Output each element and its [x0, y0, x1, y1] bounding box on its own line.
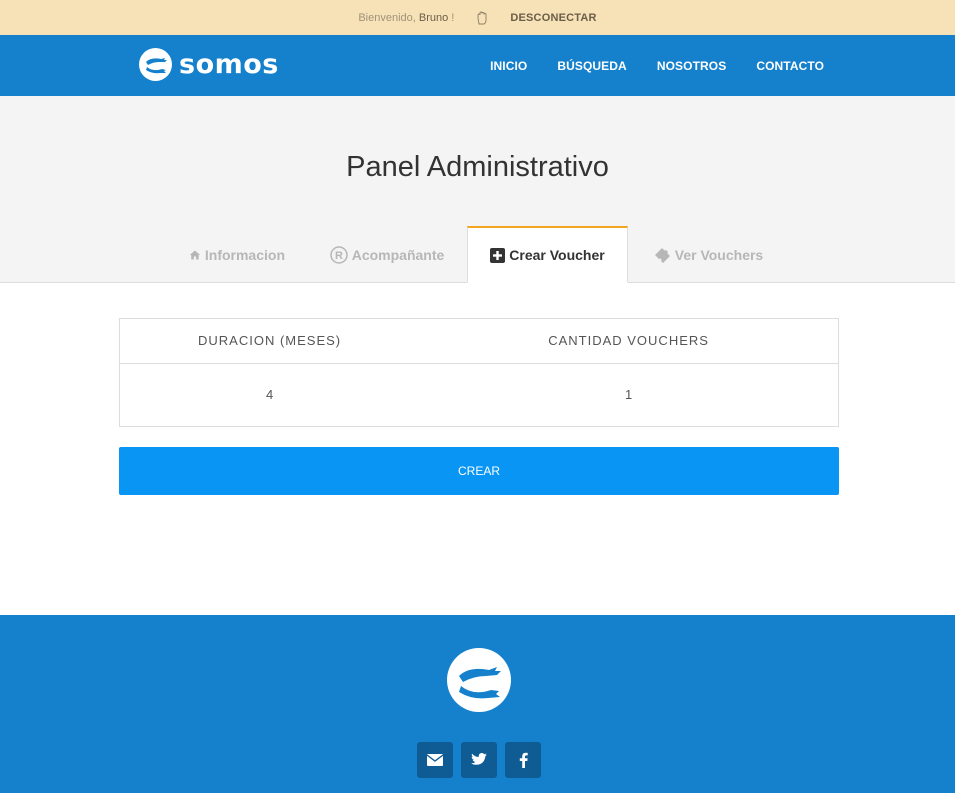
table-header-row: DURACION (MESES) CANTIDAD VOUCHERS — [120, 319, 838, 364]
header-cell-cantidad: CANTIDAD VOUCHERS — [419, 332, 838, 350]
logout-link[interactable]: DESCONECTAR — [510, 12, 596, 24]
tab-acompanante[interactable]: R Acompañante — [307, 226, 467, 283]
twitter-icon — [471, 753, 487, 765]
header-cell-duracion: DURACION (MESES) — [120, 332, 419, 350]
header-duracion: DURACION (MESES) — [198, 333, 342, 348]
twitter-button[interactable] — [461, 742, 497, 778]
duracion-cell[interactable]: 4 — [120, 386, 419, 404]
table-row: 4 1 — [120, 364, 838, 426]
welcome-bar: Bienvenido, Bruno ! DESCONECTAR — [0, 0, 955, 35]
plus-square-icon — [490, 247, 506, 263]
crear-button[interactable]: CREAR — [119, 447, 839, 495]
header-cantidad: CANTIDAD VOUCHERS — [548, 333, 709, 348]
admin-tabs: Informacion R Acompañante Crear Voucher … — [0, 226, 955, 283]
welcome-text: Bienvenido, Bruno ! — [358, 12, 454, 24]
nav-menu: INICIO BÚSQUEDA NOSOTROS CONTACTO — [460, 35, 824, 96]
facebook-icon — [519, 752, 528, 768]
ticket-icon — [654, 247, 670, 263]
nav-inicio[interactable]: INICIO — [490, 59, 527, 73]
email-button[interactable] — [417, 742, 453, 778]
hand-icon — [477, 11, 487, 24]
site-footer — [0, 615, 955, 793]
tab-ver-vouchers[interactable]: Ver Vouchers — [628, 226, 788, 283]
voucher-table: DURACION (MESES) CANTIDAD VOUCHERS 4 1 — [119, 318, 839, 427]
main-navbar: somos INICIO BÚSQUEDA NOSOTROS CONTACTO — [0, 35, 955, 96]
facebook-button[interactable] — [505, 742, 541, 778]
cantidad-value[interactable]: 1 — [625, 387, 632, 402]
brand-logo[interactable]: somos — [139, 48, 279, 81]
welcome-suffix: ! — [448, 11, 455, 24]
nav-contacto[interactable]: CONTACTO — [756, 59, 824, 73]
tab-informacion-label: Informacion — [204, 246, 285, 263]
user-name: Bruno — [418, 11, 449, 24]
hug-logo-icon — [447, 648, 511, 712]
nav-busqueda[interactable]: BÚSQUEDA — [557, 59, 626, 73]
cantidad-cell[interactable]: 1 — [419, 386, 838, 404]
social-links — [417, 742, 549, 778]
envelope-icon — [427, 754, 443, 766]
brand-name: somos — [179, 49, 279, 80]
tab-informacion[interactable]: Informacion — [167, 226, 307, 283]
svg-text:R: R — [335, 250, 343, 262]
hug-logo-icon — [139, 48, 172, 81]
tab-ver-vouchers-label: Ver Vouchers — [674, 246, 764, 263]
registered-icon: R — [329, 245, 348, 264]
duracion-value[interactable]: 4 — [266, 387, 273, 402]
tab-crear-voucher-label: Crear Voucher — [509, 247, 605, 263]
nav-nosotros[interactable]: NOSOTROS — [657, 59, 726, 73]
tab-acompanante-label: Acompañante — [351, 246, 445, 263]
admin-header: Panel Administrativo Informacion R Acomp… — [0, 96, 955, 283]
home-icon — [189, 250, 201, 259]
page-title: Panel Administrativo — [346, 151, 609, 183]
tab-crear-voucher[interactable]: Crear Voucher — [467, 226, 628, 283]
welcome-prefix: Bienvenido, — [358, 11, 419, 24]
